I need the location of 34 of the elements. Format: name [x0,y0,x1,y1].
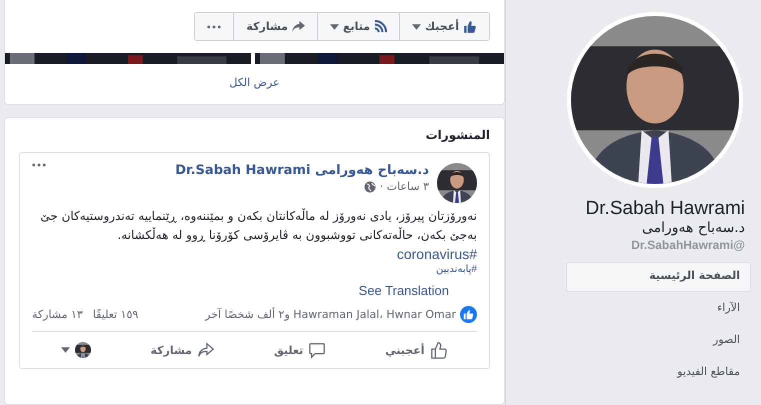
page-name-kurdish: د.سەباح هەورامی [640,220,746,236]
caret-icon [61,347,70,353]
like-reaction-icon [460,306,477,323]
thumbs-up-icon [463,20,477,34]
share-button[interactable]: مشاركة [144,339,221,361]
comment-button[interactable]: تعليق [268,339,332,361]
nav-item[interactable]: الآراء [566,294,751,324]
nav-item[interactable]: الصور [566,326,751,356]
reactions-summary[interactable]: Hawraman Jalal، Hwnar Omar و٢ ألف شخصًا آخر [205,308,456,321]
nav-item[interactable]: الصفحة الرئيسية [566,262,751,292]
see-translation-link[interactable]: See Translation [32,283,449,298]
share-button[interactable]: مشاركة [233,13,317,40]
hashtag-link[interactable]: #پابەندبین [32,263,477,277]
thumbs-up-icon [430,341,448,359]
follow-button[interactable]: متابع [316,13,400,40]
page-handle: @Dr.SabahHawrami [630,238,746,252]
comments-count[interactable]: ١٥٩ تعليقًا [92,308,138,321]
share-arrow-icon [197,341,215,359]
hashtag-link[interactable]: #coronavirus [32,245,477,263]
speech-bubble-icon [308,341,326,359]
like-button[interactable]: أعجبك [399,13,489,40]
nav-item[interactable]: مقاطع الفيديو [566,358,751,388]
page-name: Dr.Sabah Hawrami [584,198,746,220]
see-all-link[interactable]: عرض الكل [229,76,280,89]
more-icon [207,24,222,28]
post-text: نەورۆزتان پیرۆز، یادی نەورۆز لە ماڵەکانتان بکەن و بمێننەوە، ڕێنماییە تەندروستیەکان جێ بەجێ بکەن، حاڵەتەکانی تووشبوون بە ڤایرۆسی کۆرۆنا ڕوو لە هەڵکشانە. [39,207,477,244]
post-time: ٣ ساعات · [380,180,429,193]
shares-count[interactable]: ١٣ مشاركة [32,308,83,321]
share-arrow-icon [292,21,305,32]
feed-icon [374,20,388,33]
globe-icon [364,180,376,192]
section-title: المنشورات [424,128,490,142]
like-button[interactable]: أعجبني [379,339,454,361]
more-icon [32,163,46,167]
